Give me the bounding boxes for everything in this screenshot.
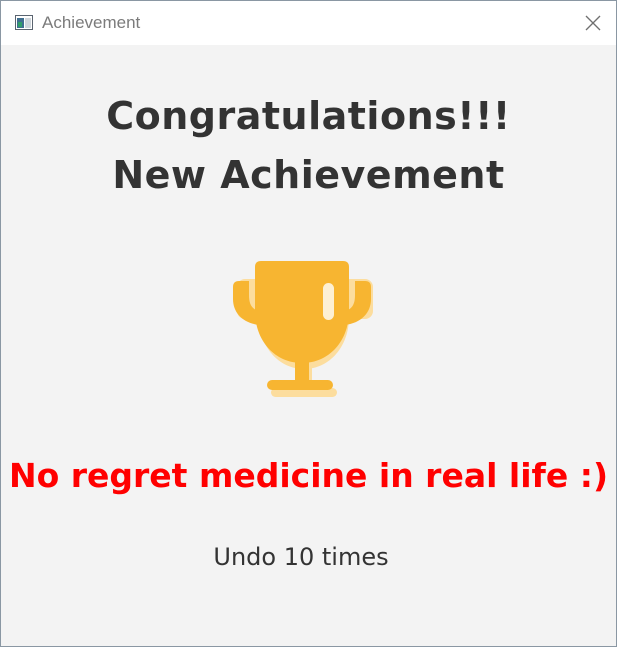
achievement-description: Undo 10 times <box>213 543 389 571</box>
close-button[interactable] <box>570 1 616 45</box>
new-achievement-heading: New Achievement <box>112 153 505 197</box>
achievement-window: Achievement Congratulations!!! New Achie… <box>0 0 617 647</box>
window-title: Achievement <box>42 13 141 32</box>
congratulations-heading: Congratulations!!! <box>106 94 511 138</box>
close-icon <box>585 15 601 31</box>
title-bar[interactable]: Achievement <box>1 1 616 45</box>
achievement-content: Congratulations!!! New Achievement No re… <box>1 45 616 646</box>
trophy-icon <box>233 261 373 397</box>
achievement-name: No regret medicine in real life :) <box>8 456 609 495</box>
app-window-icon <box>15 15 33 30</box>
